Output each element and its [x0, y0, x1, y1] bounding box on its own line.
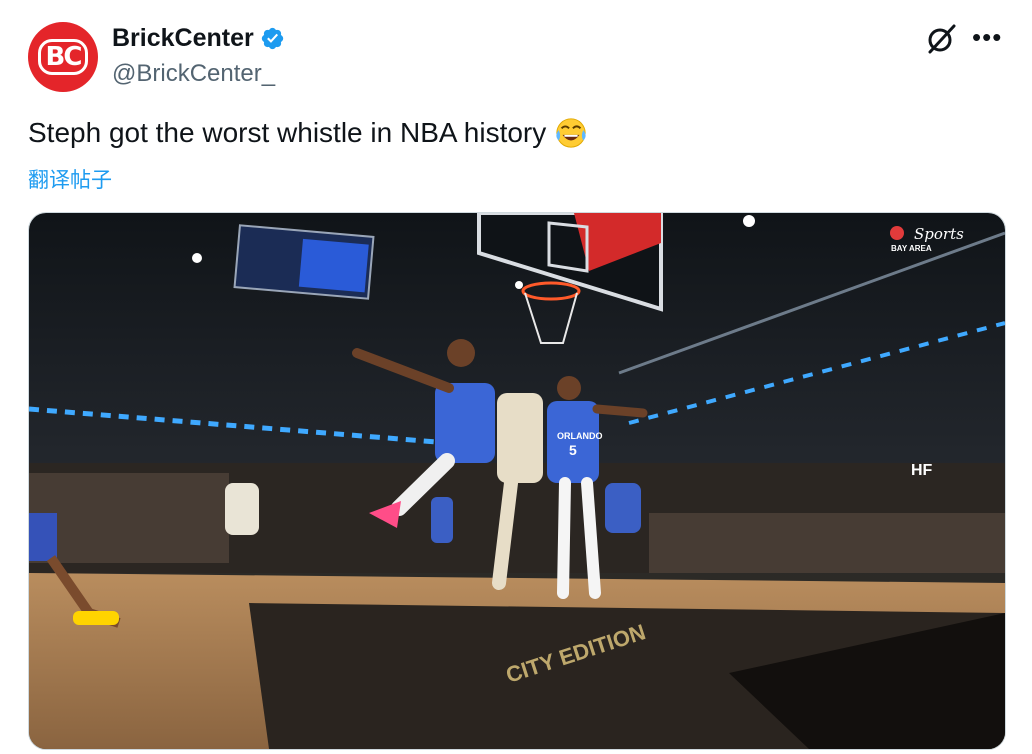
tweet-text-content: Steph got the worst whistle in NBA histo… — [28, 117, 547, 148]
verified-badge-icon — [261, 27, 283, 50]
face-with-tears-of-joy-icon — [556, 118, 586, 148]
more-icon[interactable]: ••• — [972, 24, 1002, 50]
jersey-text: ORLANDO — [557, 431, 603, 441]
translate-post-link[interactable]: 翻译帖子 — [28, 164, 112, 194]
broadcast-logo-sub: BAY AREA — [891, 244, 932, 253]
author-handle[interactable]: @BrickCenter_ — [112, 60, 275, 88]
basketball-scene: Sports BAY AREA HF CITY EDITION ORLANDO … — [29, 213, 1005, 749]
author-name[interactable]: BrickCenter — [112, 24, 254, 53]
author-name-row[interactable]: BrickCenter — [112, 24, 285, 53]
avatar-logo: BC — [37, 39, 89, 75]
arena-sign: HF — [911, 462, 933, 479]
broadcast-logo: Sports — [914, 225, 964, 243]
author-avatar[interactable]: BC — [28, 22, 98, 92]
tweet-media-image[interactable]: Sports BAY AREA HF CITY EDITION ORLANDO … — [28, 212, 1006, 750]
grok-icon[interactable] — [924, 22, 958, 56]
jersey-number: 5 — [569, 442, 577, 458]
tweet-text: Steph got the worst whistle in NBA histo… — [28, 116, 588, 150]
